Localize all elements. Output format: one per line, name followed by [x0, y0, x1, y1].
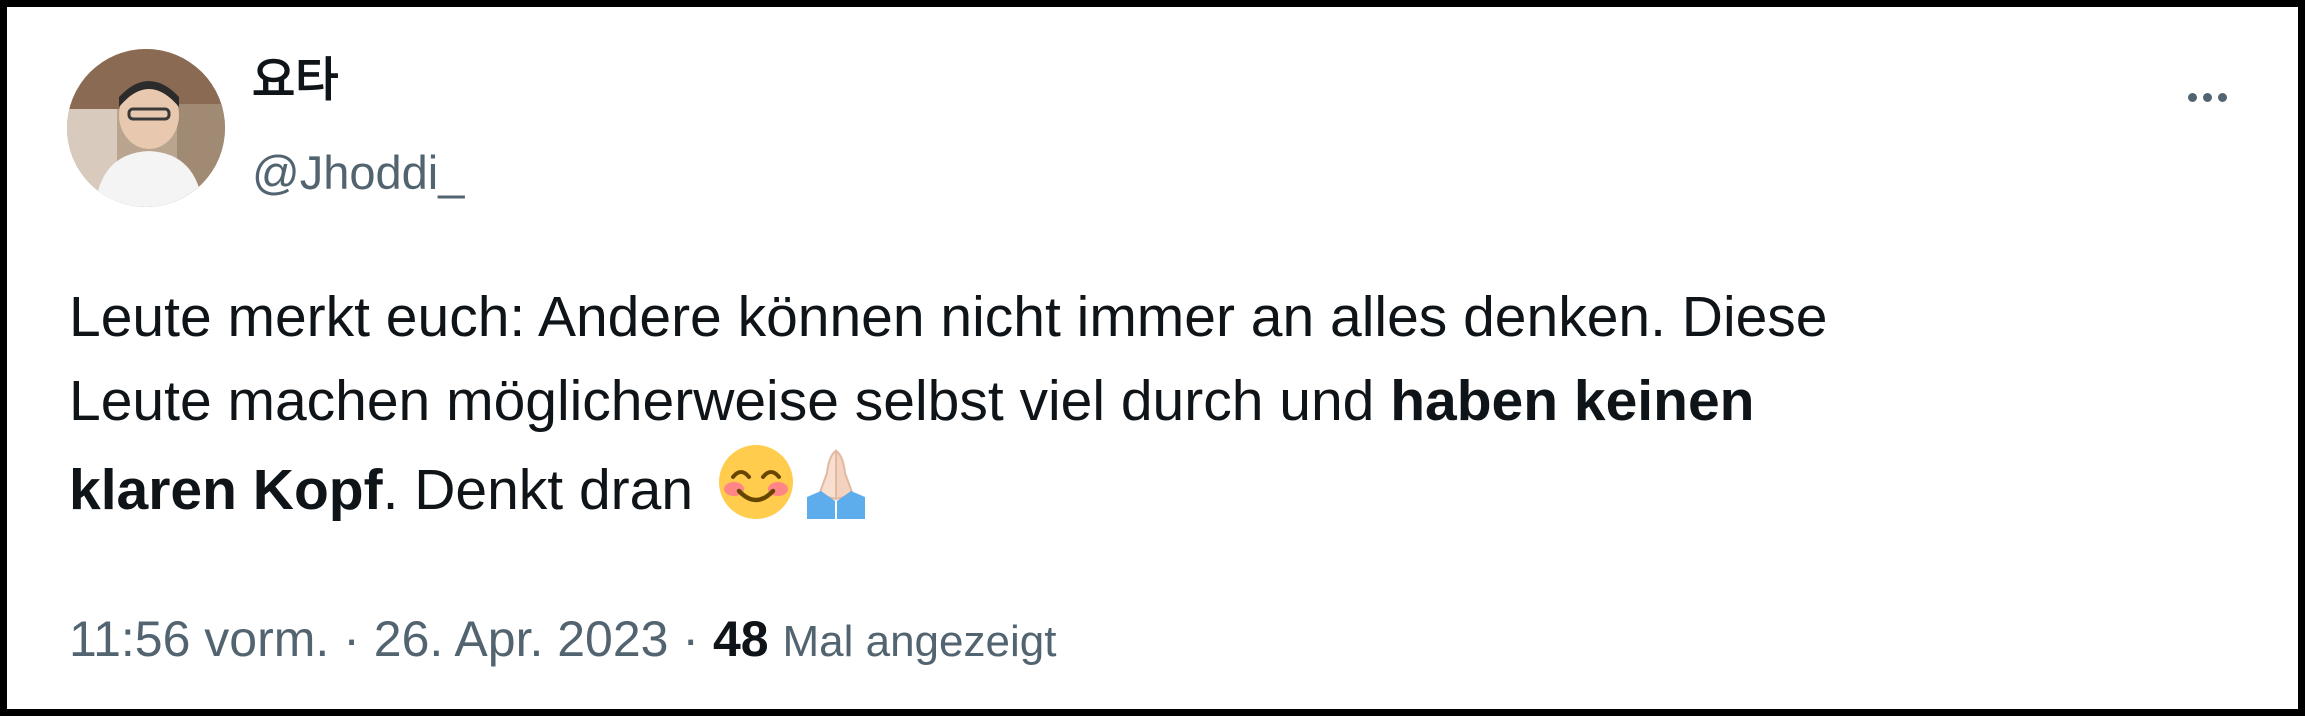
tweet-text: Leute merkt euch: Andere können nicht im…: [69, 275, 2219, 544]
more-horizontal-icon: [2187, 92, 2227, 102]
separator: ·: [682, 611, 700, 667]
tweet-text-line-3: klaren Kopf. Denkt dran: [69, 443, 2219, 544]
more-options-button[interactable]: [2167, 67, 2247, 127]
tweet-text-line-2: Leute machen möglicherweise selbst viel …: [69, 359, 2219, 443]
avatar[interactable]: [67, 49, 225, 207]
tweet-text-bold-segment: haben keinen: [1390, 369, 1755, 433]
views-count: 48: [712, 611, 769, 667]
folded-hands-emoji-icon: [797, 443, 875, 544]
author-handle[interactable]: @Jhoddi_: [252, 143, 464, 203]
views-label: Mal angezeigt: [782, 617, 1057, 666]
avatar-photo-icon: [67, 49, 225, 207]
tweet-time[interactable]: 11:56 vorm.: [69, 611, 329, 667]
tweet-date[interactable]: 26. Apr. 2023: [374, 611, 669, 667]
screenshot-frame: 요타 @Jhoddi_ Leute merkt euch: Andere kön…: [0, 0, 2305, 716]
tweet-card: 요타 @Jhoddi_ Leute merkt euch: Andere kön…: [7, 7, 2298, 709]
tweet-metadata: 11:56 vorm. · 26. Apr. 2023 · 48 Mal ang…: [69, 607, 1056, 674]
tweet-text-segment: Leute machen möglicherweise selbst viel …: [69, 369, 1391, 433]
smiling-face-emoji-icon: [717, 443, 795, 544]
tweet-text-line-1: Leute merkt euch: Andere können nicht im…: [69, 275, 2219, 359]
separator: ·: [343, 611, 360, 667]
tweet-text-bold-segment: klaren Kopf: [69, 458, 383, 522]
tweet-text-segment: . Denkt dran: [382, 458, 694, 522]
author-display-name[interactable]: 요타: [252, 51, 338, 111]
tweet-text-segment: Leute merkt euch: Andere können nicht im…: [69, 285, 1828, 349]
